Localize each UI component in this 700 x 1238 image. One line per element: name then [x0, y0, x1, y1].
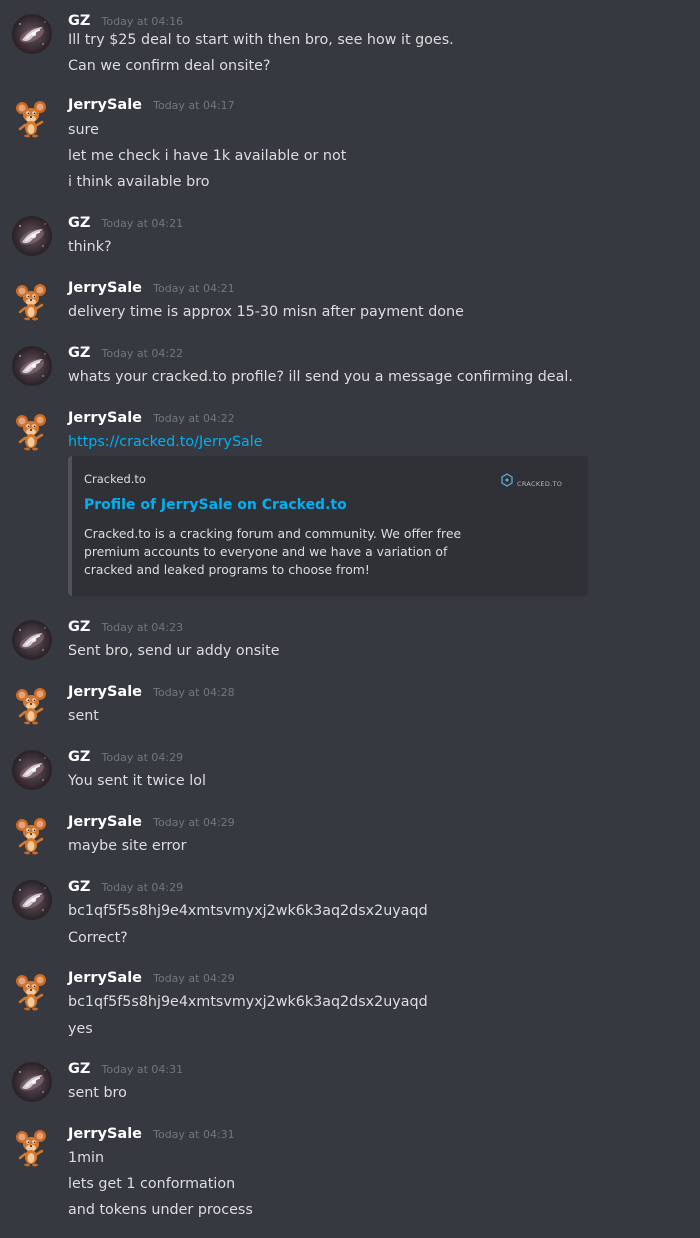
timestamp: Today at 04:31: [153, 1128, 235, 1141]
jerry-mouse-avatar-icon[interactable]: [12, 971, 52, 1011]
jerry-mouse-avatar-icon[interactable]: [12, 685, 52, 725]
message-header: GZ Today at 04:16: [68, 10, 183, 32]
jerry-mouse-avatar-icon[interactable]: [12, 815, 52, 855]
message-header: GZ Today at 04:29: [68, 876, 183, 898]
message-text: bc1qf5f5s8hj9e4xmtsvmyxj2wk6k3aq2dsx2uya…: [68, 903, 428, 919]
message-text: i think available bro: [68, 174, 210, 190]
message-text: think?: [68, 239, 112, 255]
cracked-to-logo-icon: [501, 473, 513, 487]
username[interactable]: GZ: [68, 215, 90, 231]
message-header: GZ Today at 04:23: [68, 616, 183, 638]
message-text: and tokens under process: [68, 1202, 253, 1218]
timestamp: Today at 04:17: [153, 99, 235, 112]
username[interactable]: JerrySale: [68, 410, 142, 426]
galaxy-avatar-icon[interactable]: [12, 216, 52, 256]
message-text: You sent it twice lol: [68, 773, 206, 789]
galaxy-avatar-icon[interactable]: [12, 346, 52, 386]
message-text: Can we confirm deal onsite?: [68, 58, 271, 74]
timestamp: Today at 04:21: [101, 217, 184, 230]
link-embed: Cracked.to Profile of JerrySale on Crack…: [68, 456, 588, 596]
message-header: JerrySale Today at 04:29: [68, 811, 235, 833]
message-header: JerrySale Today at 04:29: [68, 967, 235, 989]
message-header: GZ Today at 04:22: [68, 342, 183, 364]
message-text: delivery time is approx 15-30 misn after…: [68, 304, 464, 320]
timestamp: Today at 04:29: [153, 972, 235, 985]
timestamp: Today at 04:29: [101, 881, 184, 894]
galaxy-avatar-icon[interactable]: [12, 14, 52, 54]
username[interactable]: GZ: [68, 619, 90, 635]
timestamp: Today at 04:29: [101, 751, 184, 764]
timestamp: Today at 04:16: [101, 15, 184, 28]
username[interactable]: GZ: [68, 345, 90, 361]
chat-log: GZ Today at 04:16 Ill try $25 deal to st…: [0, 0, 700, 1238]
message-header: GZ Today at 04:31: [68, 1058, 183, 1080]
jerry-mouse-avatar-icon[interactable]: [12, 98, 52, 138]
message-text: yes: [68, 1021, 93, 1037]
timestamp: Today at 04:21: [153, 282, 235, 295]
username[interactable]: GZ: [68, 879, 90, 895]
message-text: Ill try $25 deal to start with then bro,…: [68, 32, 454, 48]
galaxy-avatar-icon[interactable]: [12, 1062, 52, 1102]
username[interactable]: JerrySale: [68, 1126, 142, 1142]
jerry-mouse-avatar-icon[interactable]: [12, 281, 52, 321]
message-text: lets get 1 conformation: [68, 1176, 236, 1192]
timestamp: Today at 04:22: [153, 412, 235, 425]
message-header: JerrySale Today at 04:21: [68, 277, 235, 299]
message-text: bc1qf5f5s8hj9e4xmtsvmyxj2wk6k3aq2dsx2uya…: [68, 994, 428, 1010]
username[interactable]: JerrySale: [68, 684, 142, 700]
message-text: whats your cracked.to profile? ill send …: [68, 369, 573, 385]
embed-thumbnail[interactable]: CRACKED.TO: [500, 470, 570, 490]
username[interactable]: GZ: [68, 1061, 90, 1077]
jerry-mouse-avatar-icon[interactable]: [12, 411, 52, 451]
embed-title[interactable]: Profile of JerrySale on Cracked.to: [84, 497, 347, 513]
message-text: let me check i have 1k available or not: [68, 148, 347, 164]
profile-link[interactable]: https://cracked.to/JerrySale: [68, 432, 263, 452]
galaxy-avatar-icon[interactable]: [12, 750, 52, 790]
username[interactable]: JerrySale: [68, 970, 142, 986]
message-header: JerrySale Today at 04:17: [68, 94, 235, 116]
embed-thumbnail-text: CRACKED.TO: [517, 479, 563, 488]
message-text: maybe site error: [68, 838, 187, 854]
username[interactable]: JerrySale: [68, 814, 142, 830]
message-text: sent: [68, 708, 99, 724]
message-header: JerrySale Today at 04:22: [68, 407, 235, 429]
galaxy-avatar-icon[interactable]: [12, 620, 52, 660]
message-header: JerrySale Today at 04:31: [68, 1123, 235, 1145]
message-text: Correct?: [68, 930, 128, 946]
timestamp: Today at 04:31: [101, 1063, 184, 1076]
embed-description: Cracked.to is a cracking forum and commu…: [84, 526, 462, 577]
username[interactable]: JerrySale: [68, 97, 142, 113]
message-header: JerrySale Today at 04:28: [68, 681, 235, 703]
message-header: GZ Today at 04:21: [68, 212, 183, 234]
timestamp: Today at 04:28: [153, 686, 235, 699]
username[interactable]: JerrySale: [68, 280, 142, 296]
username[interactable]: GZ: [68, 749, 90, 765]
message-text: sent bro: [68, 1085, 127, 1101]
embed-provider[interactable]: Cracked.to: [84, 472, 146, 486]
message-text: 1min: [68, 1150, 105, 1166]
galaxy-avatar-icon[interactable]: [12, 880, 52, 920]
timestamp: Today at 04:22: [101, 347, 184, 360]
username[interactable]: GZ: [68, 13, 90, 29]
message-header: GZ Today at 04:29: [68, 746, 183, 768]
message-text: Sent bro, send ur addy onsite: [68, 643, 280, 659]
message-text: sure: [68, 122, 99, 138]
timestamp: Today at 04:23: [101, 621, 184, 634]
timestamp: Today at 04:29: [153, 816, 235, 829]
jerry-mouse-avatar-icon[interactable]: [12, 1127, 52, 1167]
